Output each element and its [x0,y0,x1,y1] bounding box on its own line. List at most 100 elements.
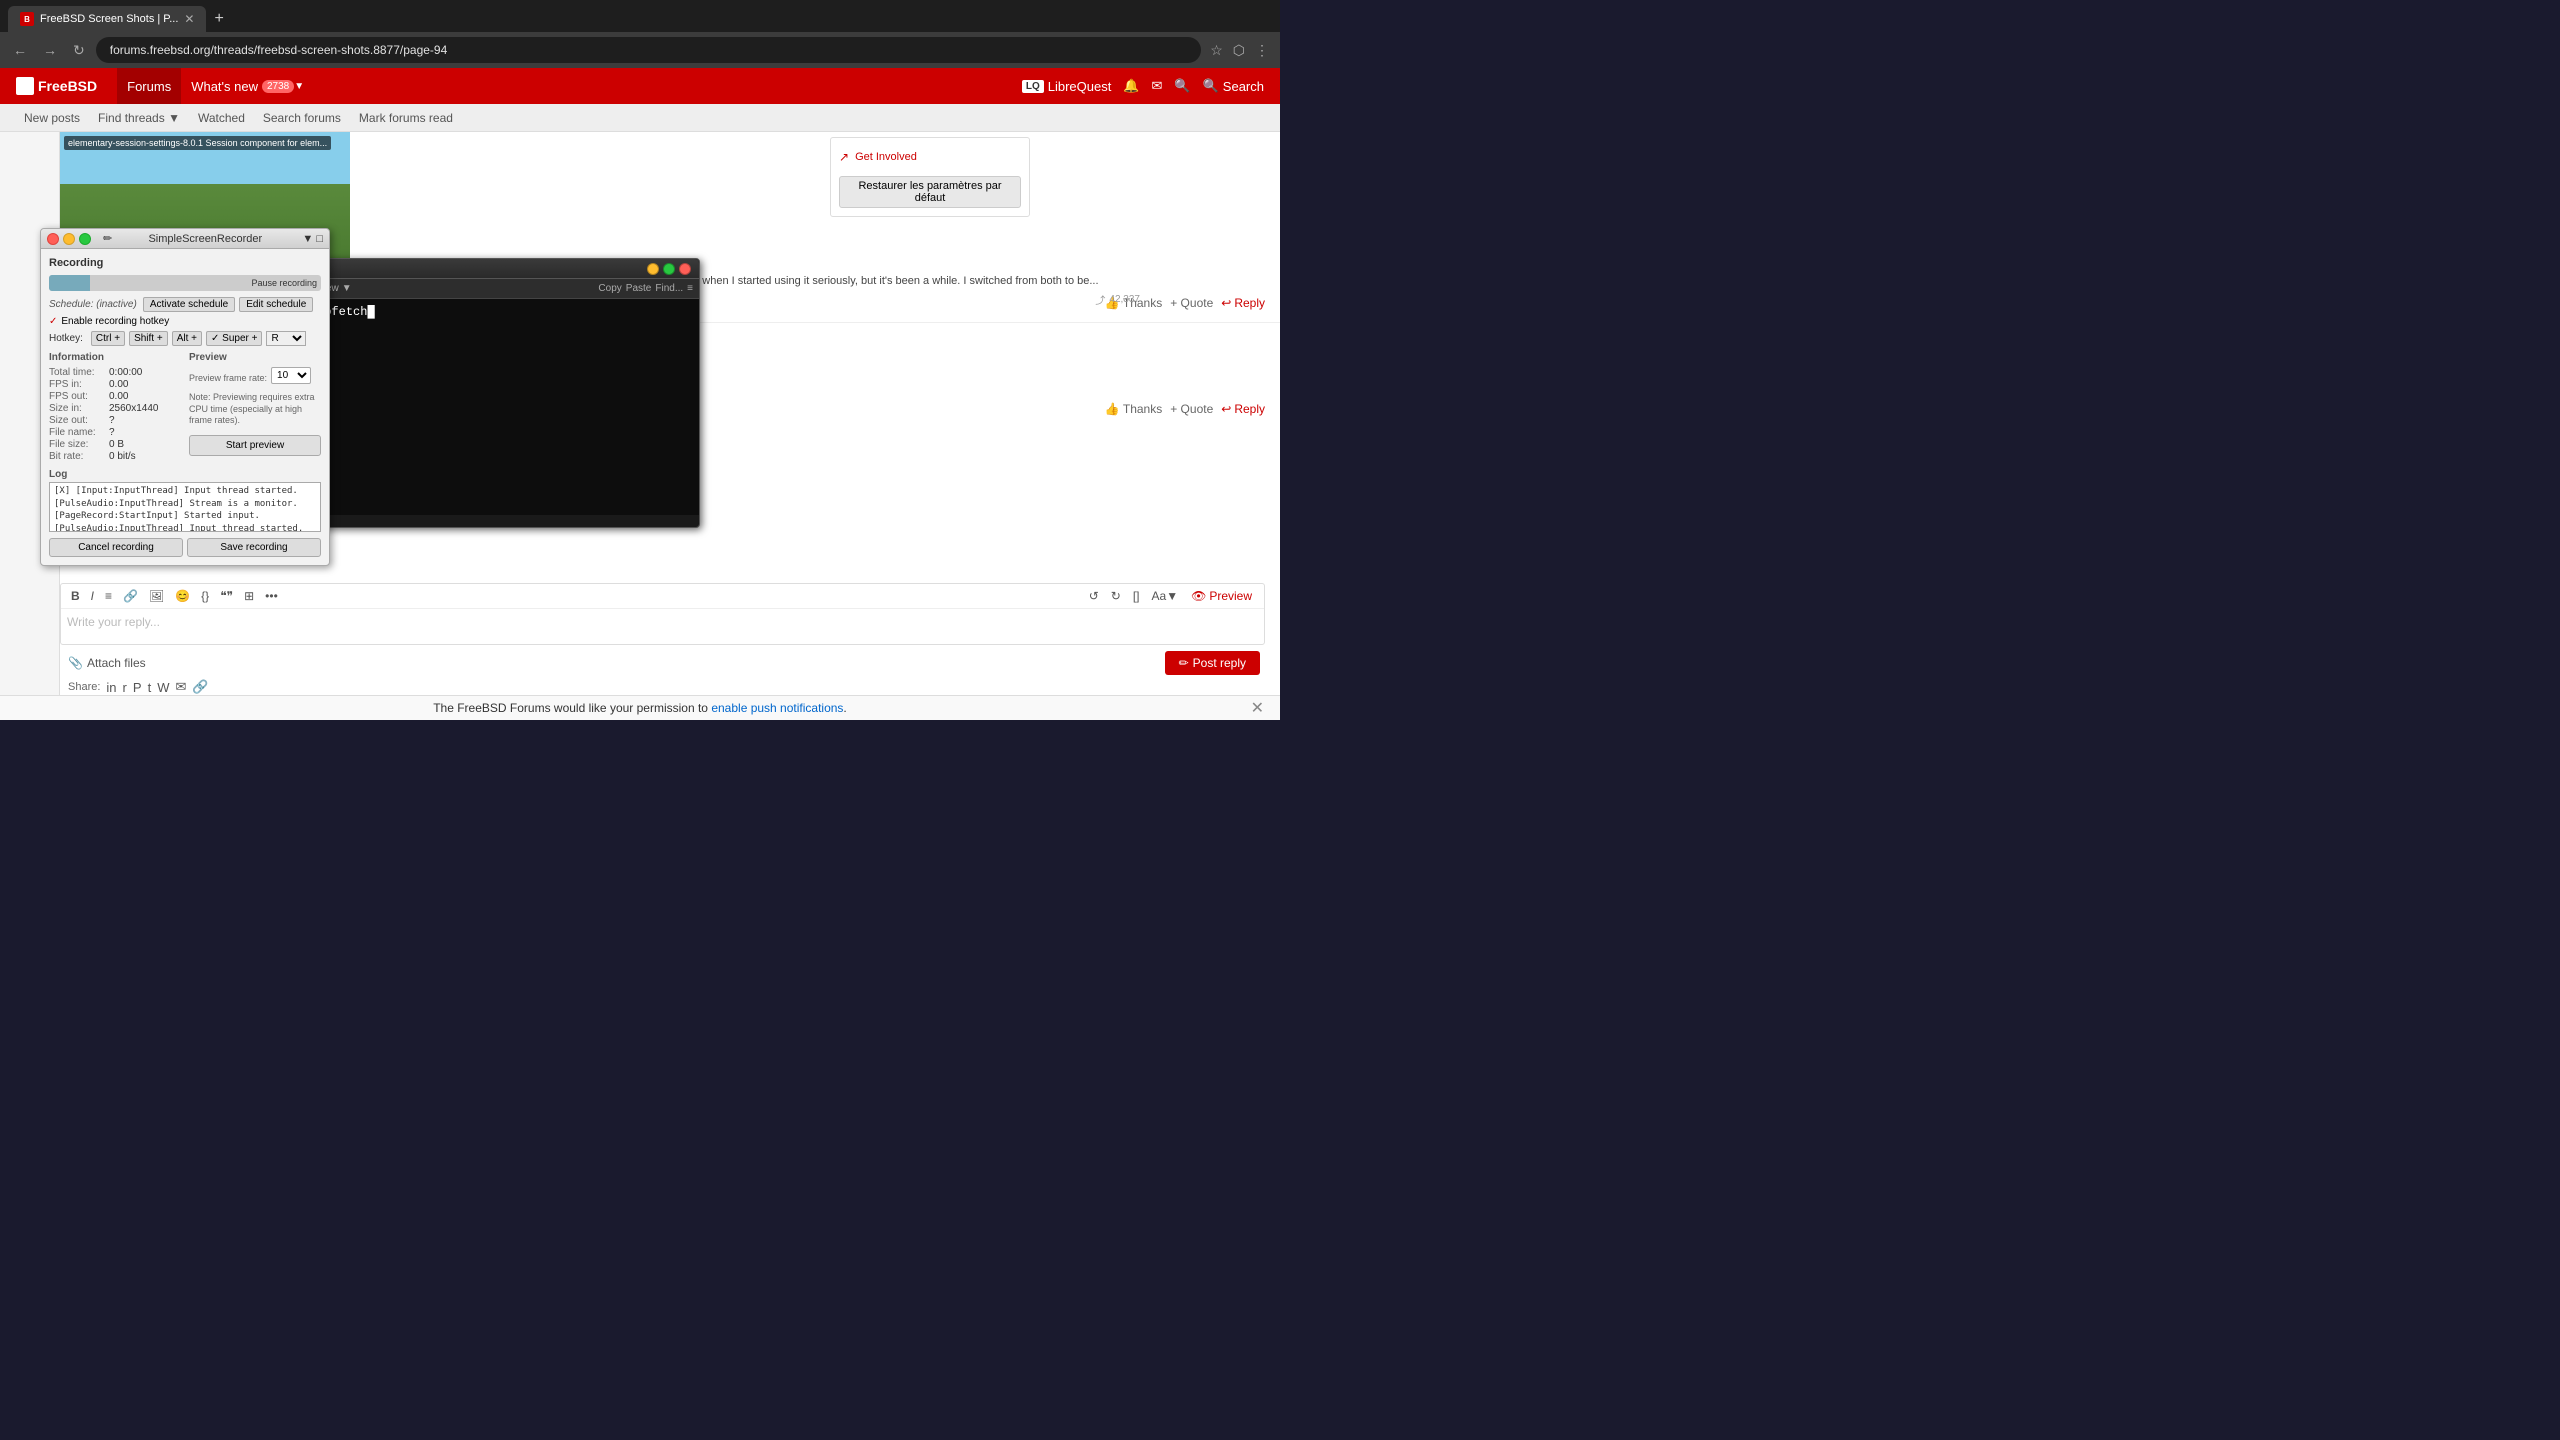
find-threads-link[interactable]: Find threads ▼ [90,104,188,132]
notification-icon[interactable]: 🔔 [1123,78,1139,94]
reddit-icon[interactable]: r [123,680,127,695]
address-bar[interactable] [96,37,1201,63]
nav-forward-button[interactable]: → [38,39,62,61]
konsole-close[interactable] [679,263,691,275]
email-icon[interactable]: ✉ [175,679,186,695]
ssr-key-select[interactable]: R [266,331,306,346]
editor-right-tools: ↺ ↻ [] Aa▼ [1085,587,1182,605]
format-button[interactable]: Aa▼ [1148,587,1183,605]
bookmark-icon[interactable]: ☆ [1207,39,1226,62]
nav-forums[interactable]: Forums [117,68,181,104]
ssr-frame-rate-select[interactable]: 10 [271,367,311,384]
ssr-log-title: Log [49,469,321,480]
edit-schedule-button[interactable]: Edit schedule [239,297,313,312]
ssr-log: Log [X] [Input:InputThread] Input thread… [49,469,321,532]
push-notification-link[interactable]: enable push notifications [711,701,843,715]
bold-button[interactable]: B [67,587,84,605]
search-button[interactable]: 🔍 Search [1203,78,1264,94]
new-tab-button[interactable]: + [208,10,229,28]
emoji-button[interactable]: 😊 [171,587,194,605]
table-button[interactable]: ⊞ [240,587,258,605]
ssr-preview-note: Note: Previewing requires extra CPU time… [189,392,321,427]
ssr-maximize-button[interactable] [79,233,91,245]
ssr-information-col: Information Total time: 0:00:00 FPS in: … [49,352,181,463]
extension-icon[interactable]: ⬡ [1230,39,1248,62]
whatsapp-icon[interactable]: W [157,680,169,695]
ssr-size-out: Size out: ? [49,415,181,426]
preview-button[interactable]: 👁 Post reply Preview [1185,587,1258,605]
get-involved-item[interactable]: ↗ Get Involved [839,146,1021,168]
share-icon: ⤴ [1095,292,1105,307]
push-notification-close[interactable]: ✕ [1251,698,1264,718]
code-button[interactable]: {} [197,587,213,605]
ssr-size-in: Size in: 2560x1440 [49,403,181,414]
mark-forums-read-link[interactable]: Mark forums read [351,104,461,132]
watched-link[interactable]: Watched [190,104,253,132]
tab-favicon: B [20,12,34,26]
tab-bar: B FreeBSD Screen Shots | P... ✕ + [0,0,1280,32]
ssr-window: ✏ SimpleScreenRecorder ▼ □ Recording Pau… [40,228,330,566]
main-wrapper: B FreeBSD Screen Shots | P... ✕ + ← → ↻ … [0,0,1280,720]
menu-icon[interactable]: ⋮ [1252,39,1272,62]
reply-button-1[interactable]: ↩ Reply [1221,296,1265,310]
editor-body[interactable]: Write your reply... [61,609,1264,644]
konsole-find-button[interactable]: Find... [655,283,683,294]
konsole-paste-button[interactable]: Paste [626,283,652,294]
nav-whats-new[interactable]: What's new 2738 ▼ [181,68,314,104]
tab-close-button[interactable]: ✕ [184,12,194,26]
quote-button-2[interactable]: + Quote [1170,402,1213,416]
attach-files-button[interactable]: 📎 Attach files [68,656,146,670]
search-forums-link[interactable]: Search forums [255,104,349,132]
konsole-copy-button[interactable]: Copy [598,283,621,294]
post-reply-button[interactable]: ✏ Post reply [1165,651,1260,675]
inbox-icon[interactable]: ✉ [1152,78,1163,94]
tumblr-icon[interactable]: t [148,680,152,695]
push-notification-bar: The FreeBSD Forums would like your permi… [0,695,1280,720]
bracket-button[interactable]: [] [1129,587,1144,605]
quote-editor-button[interactable]: ❝❞ [216,587,237,605]
librequest-link[interactable]: LQ LibreQuest [1022,79,1111,94]
italic-button[interactable]: I [87,587,98,605]
align-button[interactable]: ≡ [101,587,116,605]
quote-button-1[interactable]: + Quote [1170,296,1213,310]
external-link-icon: ↗ [839,150,849,164]
restore-btn[interactable]: Restaurer les paramètres par défaut [839,176,1021,208]
start-preview-button[interactable]: Start preview [189,435,321,456]
undo-button[interactable]: ↺ [1085,587,1103,605]
forum-nav-right: LQ LibreQuest 🔔 ✉ 🔍 🔍 Search [1022,78,1264,94]
ssr-hotkey-label: Hotkey: [49,333,83,344]
more-tools-button[interactable]: ••• [261,587,282,605]
image-button[interactable]: 🖼 [145,587,168,605]
link-share-icon[interactable]: 🔗 [192,679,208,695]
ssr-close-button[interactable] [47,233,59,245]
cancel-recording-button[interactable]: Cancel recording [49,538,183,557]
konsole-maximize[interactable] [663,263,675,275]
link-button[interactable]: 🔗 [119,587,142,605]
new-posts-link[interactable]: New posts [16,104,88,132]
nav-back-button[interactable]: ← [8,39,32,61]
thanks-button-2[interactable]: 👍 Thanks [1105,402,1162,416]
post-reply-btn-container: ✏ Post reply [1165,651,1260,675]
konsole-menu-button[interactable]: ≡ [687,283,693,294]
konsole-minimize[interactable] [647,263,659,275]
redo-button[interactable]: ↻ [1107,587,1125,605]
editor-toolbar: B I ≡ 🔗 🖼 😊 {} ❝❞ ⊞ ••• ↺ ↻ [] [61,584,1264,609]
ssr-progress-bar: Pause recording [49,275,321,291]
activate-schedule-button[interactable]: Activate schedule [143,297,235,312]
ssr-window-btns: ▼ □ [302,233,323,245]
linkedin-icon[interactable]: in [106,680,116,695]
ssr-schedule-row: Schedule: (inactive) Activate schedule E… [49,297,321,312]
save-recording-button[interactable]: Save recording [187,538,321,557]
ssr-minimize-button[interactable] [63,233,75,245]
pinterest-icon[interactable]: P [133,680,142,695]
get-involved-dialog: ↗ Get Involved Restaurer les paramètres … [830,137,1030,217]
pencil-icon: ✏ [103,232,112,245]
ssr-hotkey-row: Hotkey: Ctrl + Shift + Alt + ✓ Super + R [49,331,321,346]
browser-chrome: B FreeBSD Screen Shots | P... ✕ + ← → ↻ … [0,0,1280,68]
get-involved-link[interactable]: Get Involved [855,151,917,163]
active-tab[interactable]: B FreeBSD Screen Shots | P... ✕ [8,6,206,32]
alert-icon[interactable]: 🔍 [1174,78,1190,94]
logo-text: FreeBSD [38,78,97,94]
reply-button-2[interactable]: ↩ Reply [1221,402,1265,416]
nav-refresh-button[interactable]: ↻ [68,39,90,62]
